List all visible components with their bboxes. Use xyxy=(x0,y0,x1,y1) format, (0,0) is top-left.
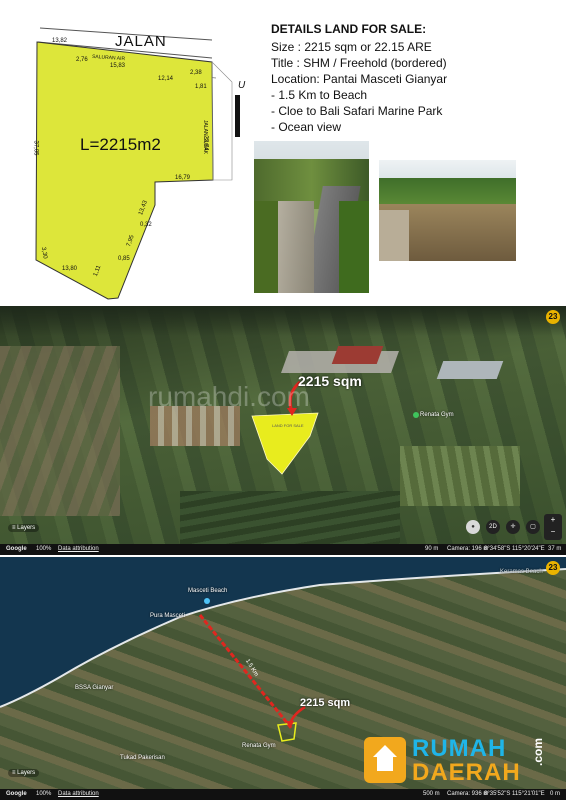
coords-label: 8°34'58"S 115°20'24"E xyxy=(484,546,545,552)
map1-zoom-icon[interactable]: ▢ xyxy=(526,520,540,534)
dim-label: 13,82 xyxy=(52,38,68,44)
details-park: - Cloe to Bali Safari Marine Park xyxy=(271,104,443,118)
dim-label: 0,32 xyxy=(140,222,152,228)
field-photo xyxy=(379,160,516,261)
logo-line2: DAERAH xyxy=(412,759,521,786)
map1-parcel xyxy=(251,380,319,475)
map1-zoom-slider[interactable]: + − xyxy=(544,514,562,540)
house-icon xyxy=(364,737,406,783)
map1-layers-button[interactable]: ≡ Layers xyxy=(8,524,40,532)
camera-label: Camera: 936 m xyxy=(447,791,489,797)
map2-badge: 23 xyxy=(546,561,560,575)
attribution-link[interactable]: Data attribution xyxy=(58,546,99,552)
elev-label: 37 m xyxy=(548,546,562,552)
details-title: DETAILS LAND FOR SALE: xyxy=(271,22,427,36)
google-label: Google xyxy=(6,791,27,797)
dim-label: 2,38 xyxy=(190,70,202,76)
dim-label: 0,85 xyxy=(118,256,130,262)
map2-place-tukad[interactable]: Tukad Pakerisan xyxy=(120,755,165,761)
map2-place-gym[interactable]: Renata Gym xyxy=(242,743,276,749)
map1-parcel-text: LAND FOR SALE xyxy=(272,423,304,428)
dim-label: 13,80 xyxy=(62,266,78,272)
map2-place-keramas[interactable]: Keramas Beach xyxy=(500,569,543,575)
dim-label: 37,05 xyxy=(32,140,39,156)
north-label: U xyxy=(238,80,246,91)
map2-place-temple[interactable]: Pura Masceti xyxy=(150,613,185,619)
map-view-1[interactable]: LAND FOR SALE 2215 sqm rumahdi.com Renat… xyxy=(0,306,566,554)
dim-label: 2,76 xyxy=(76,57,88,63)
map1-pin-icon xyxy=(413,412,419,418)
road-label: JALAN xyxy=(115,33,167,50)
attribution-link[interactable]: Data attribution xyxy=(58,791,99,797)
details-title-line: Title : SHM / Freehold (bordered) xyxy=(271,56,447,70)
map2-place-bssa[interactable]: BSSA Gianyar xyxy=(75,685,113,691)
scale-label: 500 m xyxy=(423,791,440,797)
dim-label: 1,81 xyxy=(195,84,207,90)
zoom-label: 100% xyxy=(36,791,52,797)
coords-label: 8°35'52"S 115°21'01"E xyxy=(484,791,545,797)
map2-area-label: 2215 sqm xyxy=(300,697,351,709)
map1-place-gym[interactable]: Renata Gym xyxy=(420,412,454,418)
map2-beach-pin-icon xyxy=(204,598,210,604)
top-section: JALAN SALURAN AIR L=2215m2 JALAN SUBAK U… xyxy=(0,0,566,303)
details-block: DETAILS LAND FOR SALE: Size : 2215 sqm o… xyxy=(271,22,561,135)
dim-label: 15,83 xyxy=(110,63,126,69)
map1-2d-button[interactable]: 2D xyxy=(486,520,500,534)
elev-label: 0 m xyxy=(550,791,561,797)
details-location: Location: Pantai Masceti Gianyar xyxy=(271,72,448,86)
map-view-2[interactable]: 1.5 Km 2215 sqm Masceti Beach Pura Masce… xyxy=(0,557,566,789)
scale-label: 90 m xyxy=(425,546,439,552)
camera-label: Camera: 196 m xyxy=(447,546,489,552)
logo-suffix: .com xyxy=(531,737,546,767)
area-label: L=2215m2 xyxy=(80,135,161,154)
map1-badge: 23 xyxy=(546,310,560,324)
layers-label: Layers xyxy=(17,770,36,776)
north-arrow-icon xyxy=(235,95,240,137)
details-size: Size : 2215 sqm or 22.15 ARE xyxy=(271,40,432,54)
map2-layers-button[interactable]: ≡ Layers xyxy=(8,769,40,777)
watermark: rumahdi.com xyxy=(148,381,310,412)
map1-status-bar: Google 100% Data attribution 90 m Camera… xyxy=(0,544,566,555)
dim-label: 12,14 xyxy=(158,76,174,82)
rumahdaerah-logo: RUMAH DAERAH .com xyxy=(360,733,560,789)
layers-label: Layers xyxy=(17,525,36,531)
details-view: - Ocean view xyxy=(271,120,342,134)
details-beach: - 1.5 Km to Beach xyxy=(271,88,368,102)
dim-label: 23,74 xyxy=(202,135,209,151)
dim-label: 16,79 xyxy=(175,175,191,181)
map1-compass-icon[interactable]: ✛ xyxy=(506,520,520,534)
road-photo xyxy=(254,141,369,293)
map2-place-beach[interactable]: Masceti Beach xyxy=(188,588,227,594)
map1-person-icon[interactable]: ● xyxy=(466,520,480,534)
zoom-label: 100% xyxy=(36,546,52,552)
google-label: Google xyxy=(6,546,27,552)
map2-status-bar: Google 100% Data attribution 500 m Camer… xyxy=(0,789,566,800)
